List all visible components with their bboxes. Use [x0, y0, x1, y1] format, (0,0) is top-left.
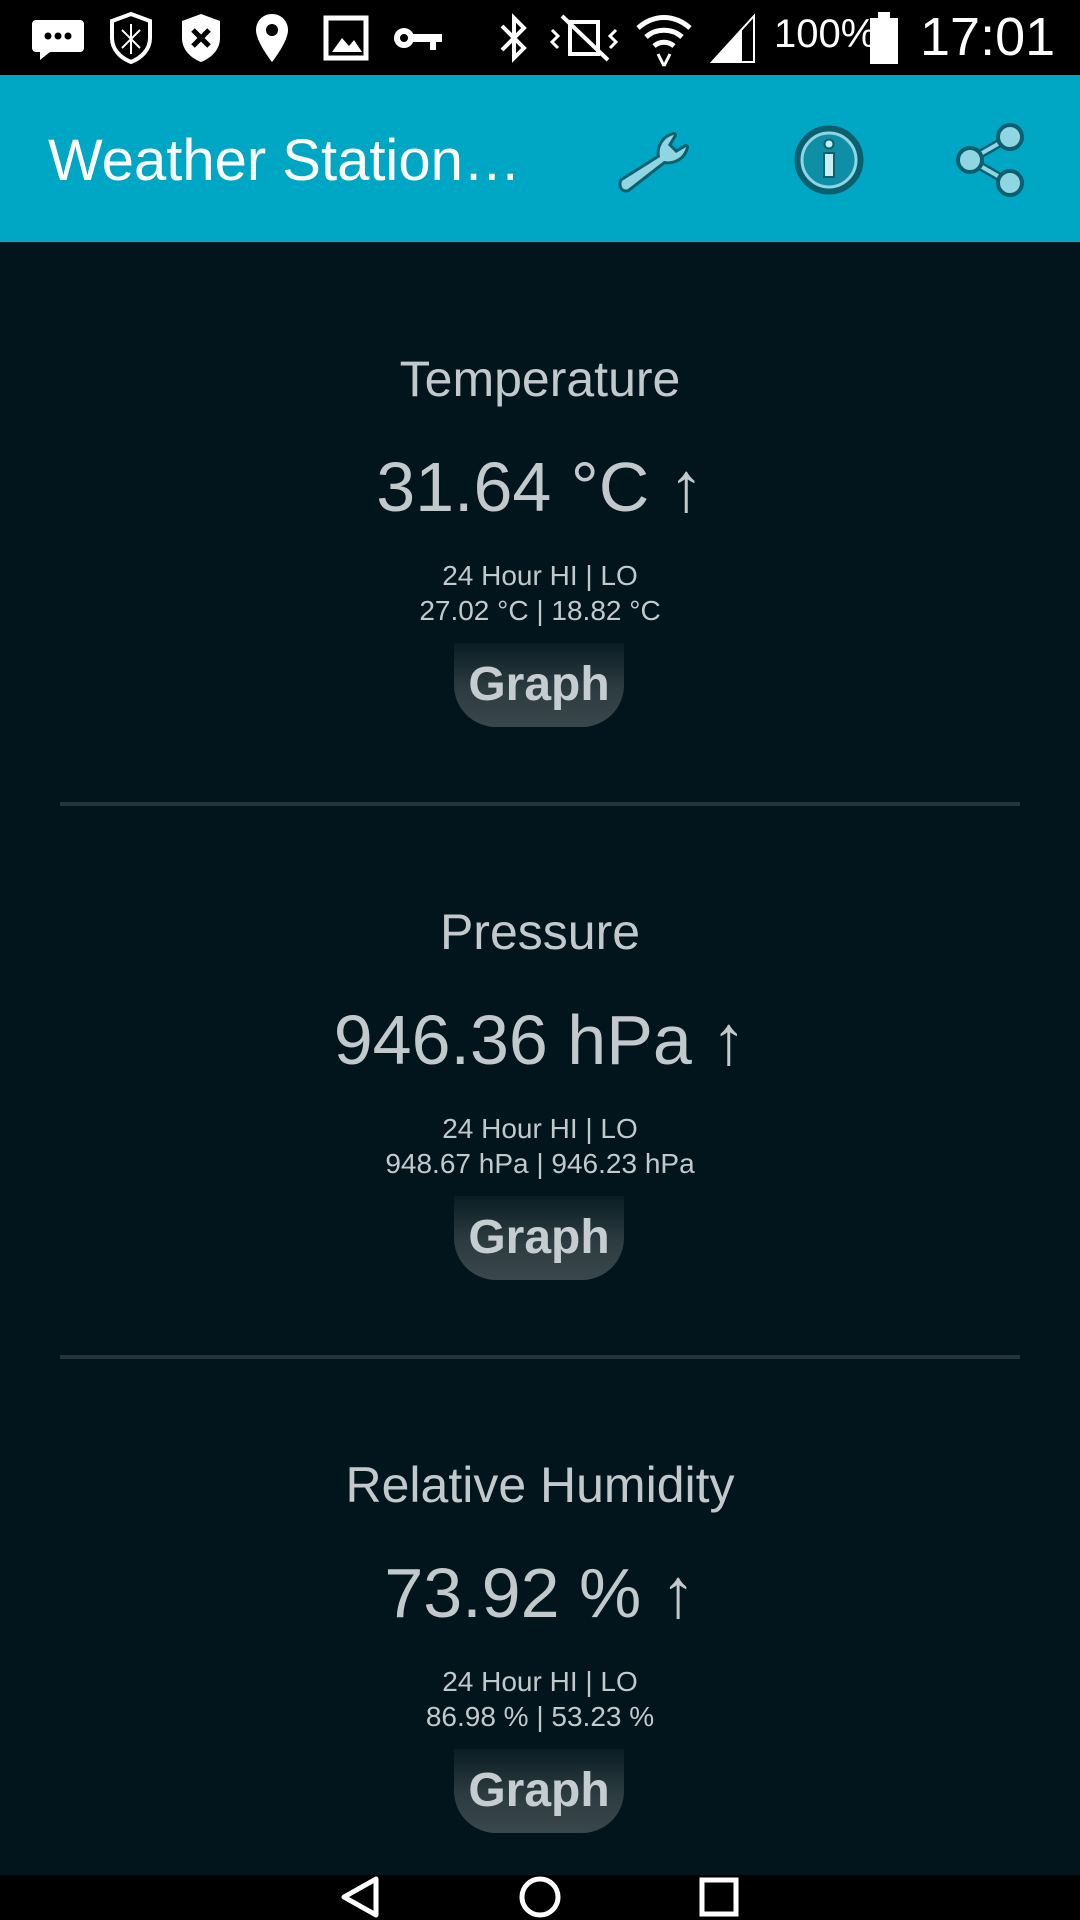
- shield-outline-icon: [110, 11, 152, 65]
- hilo-label: 24 Hour HI | LO: [442, 1666, 638, 1697]
- divider: [60, 1355, 1020, 1359]
- graph-button[interactable]: Graph: [454, 643, 624, 727]
- status-bar: 100% 17:01: [0, 0, 1080, 75]
- graph-button[interactable]: Graph: [454, 1196, 624, 1280]
- wifi-icon: [636, 15, 692, 67]
- key-icon: [394, 28, 442, 50]
- back-icon[interactable]: [330, 1875, 390, 1920]
- messages-icon: [32, 20, 84, 60]
- navigation-bar: [0, 1875, 1080, 1920]
- shield-x-icon: [182, 14, 220, 62]
- battery-percent: 100%: [774, 12, 877, 56]
- battery-icon: [870, 12, 898, 64]
- section-title: Pressure: [439, 904, 641, 960]
- app-title: Weather Station…: [48, 128, 521, 193]
- hilo-label: 24 Hour HI | LO: [442, 560, 638, 591]
- graph-button[interactable]: Graph: [454, 1749, 624, 1833]
- wrench-icon[interactable]: [614, 115, 704, 205]
- app-bar: Weather Station…: [0, 75, 1080, 242]
- image-icon: [323, 15, 369, 61]
- current-value: 946.36 hPa ↑: [333, 1001, 747, 1079]
- hilo-values: 27.02 °C | 18.82 °C: [419, 595, 661, 626]
- clock: 17:01: [920, 7, 1056, 67]
- recents-icon[interactable]: [690, 1875, 750, 1920]
- signal-icon: [709, 13, 755, 63]
- home-icon[interactable]: [510, 1875, 570, 1920]
- current-value: 31.64 °C ↑: [376, 448, 704, 526]
- hilo-values: 86.98 % | 53.23 %: [425, 1701, 655, 1732]
- section-title: Relative Humidity: [345, 1457, 735, 1513]
- hilo-label: 24 Hour HI | LO: [442, 1113, 638, 1144]
- section-title: Temperature: [399, 351, 681, 407]
- info-icon[interactable]: [784, 115, 874, 205]
- share-icon[interactable]: [946, 115, 1036, 205]
- location-pin-icon: [256, 14, 288, 62]
- current-value: 73.92 % ↑: [384, 1554, 696, 1632]
- divider: [60, 802, 1020, 806]
- vibrate-icon: [549, 14, 619, 62]
- bluetooth-icon: [500, 13, 527, 63]
- hilo-values: 948.67 hPa | 946.23 hPa: [385, 1148, 695, 1179]
